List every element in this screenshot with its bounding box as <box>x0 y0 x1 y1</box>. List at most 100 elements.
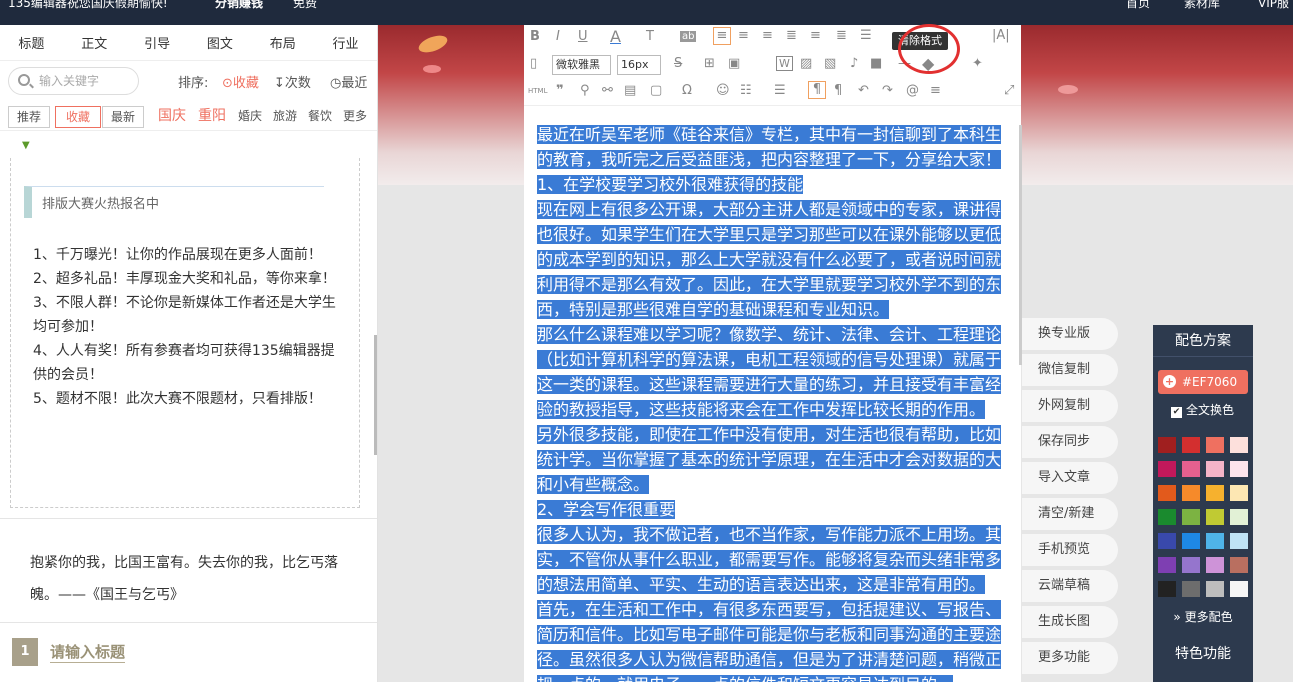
sort-recent[interactable]: ◷最近 <box>330 72 367 91</box>
color-swatch[interactable] <box>1206 509 1224 525</box>
color-swatch[interactable] <box>1230 461 1248 477</box>
bg-color-icon[interactable]: ab <box>680 31 697 42</box>
indent-icon[interactable]: ≣ <box>836 28 847 43</box>
cat-national-day[interactable]: 国庆 <box>158 106 186 128</box>
quote-icon[interactable]: ❞ <box>556 83 564 98</box>
align-left-icon[interactable]: ≡ <box>713 27 731 45</box>
color-swatch[interactable] <box>1230 485 1248 501</box>
tab-body[interactable]: 正文 <box>63 33 126 52</box>
color-swatch[interactable] <box>1158 533 1176 549</box>
format-painter-icon[interactable]: ▤ <box>624 83 636 98</box>
cat-recommend[interactable]: 推荐 <box>8 106 51 128</box>
color-swatch[interactable] <box>1158 509 1176 525</box>
align-middle-icon[interactable]: ≣ <box>786 28 797 43</box>
table-icon[interactable]: ⊞ <box>704 56 715 71</box>
tab-layout[interactable]: 布局 <box>251 33 314 52</box>
current-color[interactable]: #EF7060 <box>1158 370 1248 394</box>
more-colors-link[interactable]: » 更多配色 <box>1153 608 1253 625</box>
html-button[interactable]: HTML <box>528 87 547 95</box>
underline-icon[interactable]: U <box>578 29 588 44</box>
color-swatch[interactable] <box>1182 437 1200 453</box>
cat-double-ninth[interactable]: 重阳 <box>198 106 226 128</box>
font-size-select[interactable]: 16px <box>617 55 661 75</box>
cat-dining[interactable]: 餐饮 <box>308 106 332 128</box>
justify-icon[interactable]: ≡ <box>810 28 821 43</box>
earn-link[interactable]: 分销赚钱 <box>215 0 263 11</box>
mobile-preview-button[interactable]: 手机预览 <box>1022 534 1118 566</box>
strikethrough-icon[interactable]: S <box>674 56 682 71</box>
library-link[interactable]: 素材库 <box>1184 0 1220 11</box>
undo-icon[interactable]: ↶ <box>858 83 869 98</box>
color-swatch[interactable] <box>1182 557 1200 573</box>
image-icon[interactable]: ▣ <box>728 56 740 71</box>
italic-icon[interactable]: I <box>556 29 560 44</box>
direction-rtl-icon[interactable]: ¶ <box>834 83 842 98</box>
editor-content[interactable]: 最近在听吴军老师《硅谷来信》专栏，其中有一封信聊到了本科生的教育，我听完之后受益… <box>537 122 1007 682</box>
cat-newest[interactable]: 最新 <box>102 106 145 128</box>
unlink-icon[interactable]: ⚯ <box>602 83 613 98</box>
special-char-icon[interactable]: Ω <box>682 83 692 98</box>
color-swatch[interactable] <box>1182 581 1200 597</box>
color-swatch[interactable] <box>1206 485 1224 501</box>
import-article-button[interactable]: 导入文章 <box>1022 462 1118 494</box>
bold-icon[interactable]: B <box>530 29 540 44</box>
font-color-icon[interactable]: A <box>610 27 621 46</box>
word-icon[interactable]: W <box>776 56 793 71</box>
color-swatch[interactable] <box>1230 509 1248 525</box>
free-link[interactable]: 免费 <box>293 0 317 11</box>
color-swatch[interactable] <box>1182 461 1200 477</box>
tab-image-text[interactable]: 图文 <box>188 33 251 52</box>
template-card[interactable]: 排版大赛火热报名中 1、千万曝光！让你的作品展现在更多人面前！ 2、超多礼品！丰… <box>10 158 360 508</box>
link-icon[interactable]: ⚲ <box>580 83 590 98</box>
picture-icon[interactable]: ▨ <box>800 56 812 71</box>
external-copy-button[interactable]: 外网复制 <box>1022 390 1118 422</box>
color-swatch[interactable] <box>1230 557 1248 573</box>
color-swatch[interactable] <box>1230 533 1248 549</box>
tab-title[interactable]: 标题 <box>0 33 63 52</box>
video-icon[interactable]: ■ <box>870 56 882 71</box>
color-swatch[interactable] <box>1158 557 1176 573</box>
text-style-icon[interactable]: T <box>646 29 654 44</box>
promo-text[interactable]: 135编辑器祝您国庆假期愉快! <box>8 0 168 11</box>
color-swatch[interactable] <box>1182 533 1200 549</box>
cat-wedding[interactable]: 婚庆 <box>238 106 262 128</box>
direction-ltr-icon[interactable]: ¶ <box>808 81 826 99</box>
vip-link[interactable]: VIP服 <box>1258 0 1289 11</box>
heading-template[interactable]: 1 请输入标题 <box>12 638 126 666</box>
home-link[interactable]: 首页 <box>1126 0 1150 11</box>
at-icon[interactable]: @ <box>906 83 919 98</box>
cat-favorites[interactable]: 收藏 <box>55 106 102 128</box>
wechat-copy-button[interactable]: 微信复制 <box>1022 354 1118 386</box>
magic-icon[interactable]: ✦ <box>972 56 983 71</box>
color-swatch[interactable] <box>1182 485 1200 501</box>
align-center-icon[interactable]: ≡ <box>738 28 749 43</box>
gallery-icon[interactable]: ▧ <box>824 56 836 71</box>
redo-icon[interactable]: ↷ <box>882 83 893 98</box>
document-icon[interactable]: ▯ <box>530 56 537 71</box>
font-family-select[interactable]: 微软雅黑 <box>552 55 611 75</box>
ordered-list-icon[interactable]: ☷ <box>740 83 752 98</box>
letter-spacing-icon[interactable]: |A| <box>992 28 1010 43</box>
feature-tab[interactable]: 特色功能 <box>1153 643 1253 663</box>
switch-pro-button[interactable]: 换专业版 <box>1022 318 1118 350</box>
cat-travel[interactable]: 旅游 <box>273 106 297 128</box>
spacing-icon[interactable]: ≡ <box>930 83 941 98</box>
more-features-button[interactable]: 更多功能 <box>1022 642 1118 674</box>
mic-icon[interactable]: ♪ <box>850 56 858 71</box>
cat-more[interactable]: 更多 <box>343 106 367 128</box>
search-input[interactable]: 输入关键字 <box>8 67 139 95</box>
fullscreen-icon[interactable]: ⤢ <box>1004 83 1014 98</box>
color-swatch[interactable] <box>1206 461 1224 477</box>
color-swatch[interactable] <box>1230 437 1248 453</box>
color-swatch[interactable] <box>1206 557 1224 573</box>
color-swatch[interactable] <box>1206 581 1224 597</box>
cloud-draft-button[interactable]: 云端草稿 <box>1022 570 1118 602</box>
apply-all-checkbox[interactable]: ✔ 全文换色 <box>1171 401 1234 418</box>
color-swatch[interactable] <box>1158 485 1176 501</box>
tab-industry[interactable]: 行业 <box>314 33 377 52</box>
unordered-list-icon[interactable]: ☰ <box>774 83 786 98</box>
line-height-icon[interactable]: ☰ <box>860 28 872 43</box>
save-sync-button[interactable]: 保存同步 <box>1022 426 1118 458</box>
clear-new-button[interactable]: 清空/新建 <box>1022 498 1118 530</box>
color-swatch[interactable] <box>1182 509 1200 525</box>
